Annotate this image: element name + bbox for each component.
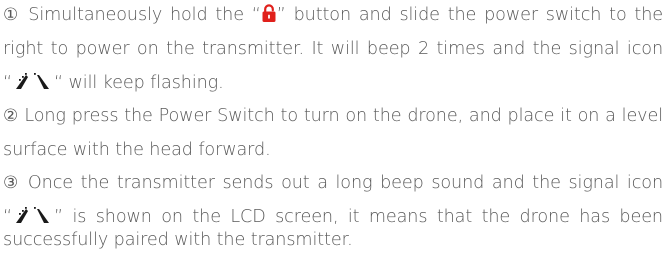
instruction-document: ① Simultaneously hold the “ ” button and …: [0, 0, 666, 251]
step-1-text-b: ” button and slide the power switch to t…: [276, 5, 664, 25]
step-3-text-b: ” is shown on the LCD screen, it means t…: [54, 207, 663, 227]
step-3-line-1: ③ Once the transmitter sends out a long …: [3, 168, 663, 198]
step-1-text-c: “ will keep flashing.: [54, 73, 224, 93]
step-1-quote-open: “: [3, 73, 13, 93]
step-3-text-a: Once the transmitter sends out a long be…: [20, 173, 664, 193]
step-3-quote-open: “: [3, 207, 13, 227]
step-2-number: ②: [3, 106, 19, 126]
step-3-number: ③: [3, 173, 21, 193]
step-1-number: ①: [3, 5, 21, 25]
step-1-text-a: Simultaneously hold the “: [20, 5, 261, 25]
lock-icon: [262, 3, 276, 23]
step-2-line-1: ② Long press the Power Switch to turn on…: [3, 101, 663, 131]
step-1-line-3: “ “ will keep flashing.: [3, 68, 224, 98]
step-2-text-a: Long press the Power Switch to turn on t…: [18, 106, 663, 126]
signal-icon: [13, 71, 53, 91]
signal-icon: [13, 205, 53, 225]
step-2-line-2: surface with the head forward.: [3, 140, 271, 160]
step-1-line-2: right to power on the transmitter. It wi…: [3, 39, 663, 59]
step-1-line-1: ① Simultaneously hold the “ ” button and …: [3, 0, 663, 30]
